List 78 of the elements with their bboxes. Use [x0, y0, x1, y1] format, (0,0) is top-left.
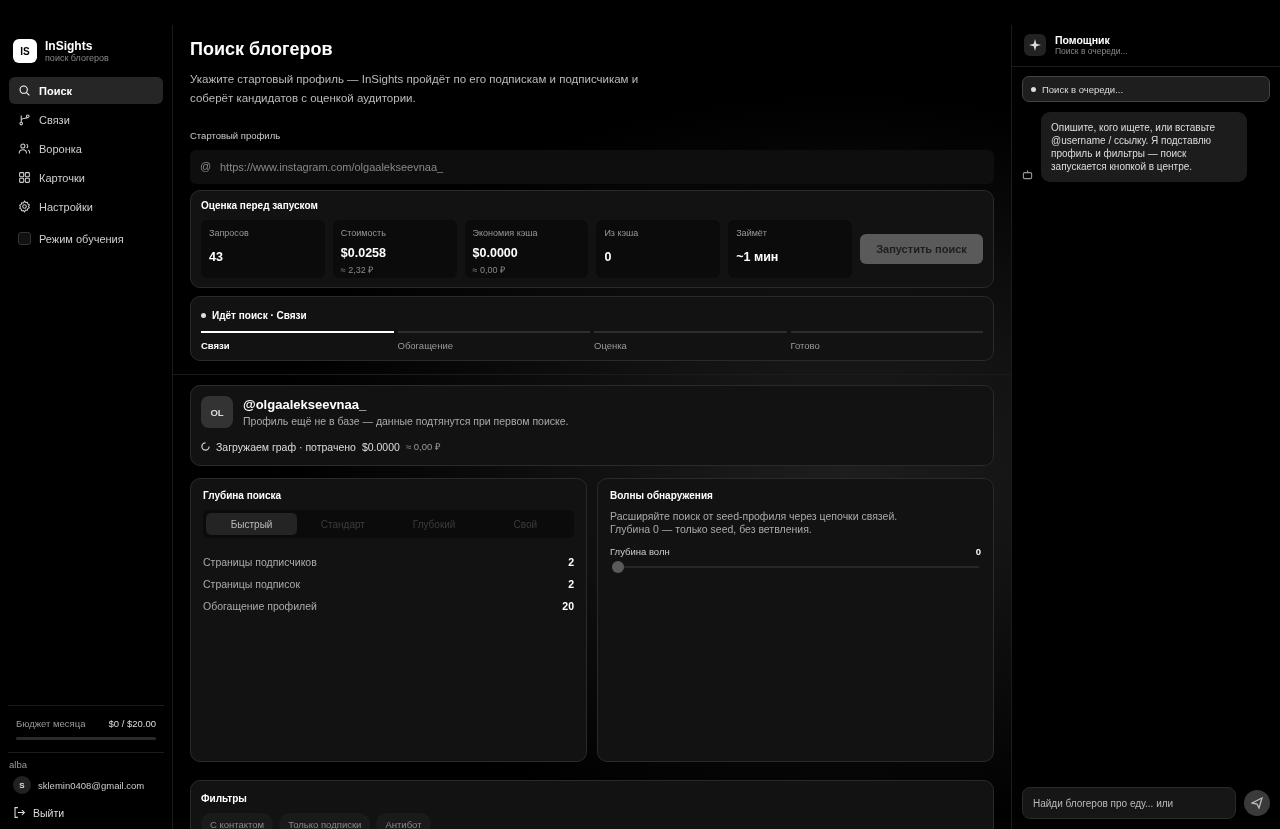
checkbox-label: Режим обучения [39, 232, 124, 245]
assistant-message: Опишите, кого ищете, или вставьте @username / ссылку. Я подставлю профиль и фильтры — поиск запускается кнопкой в центре. [1041, 112, 1247, 182]
nav-item[interactable]: Связи [9, 106, 163, 133]
logout-button[interactable]: Выйти [9, 794, 163, 819]
stage-label: Обогащение [397, 340, 454, 351]
slider-value: 0 [975, 546, 981, 557]
nav-item[interactable]: Воронка [9, 135, 163, 162]
profile-note: Профиль ещё не в базе — данные подтянутся при первом поиске. [243, 415, 569, 427]
card-title: Глубина поиска [203, 490, 283, 501]
field-prefix: @ [200, 160, 212, 172]
queue-status: Поиск в очереди... [1022, 76, 1270, 102]
nav-item[interactable]: Поиск [9, 77, 163, 104]
page-title: Поиск блогеров [190, 39, 334, 60]
slider-thumb[interactable] [612, 561, 624, 573]
setting-value: 20 [562, 600, 574, 612]
budget-label: Бюджет месяца [16, 718, 86, 729]
checkbox[interactable] [18, 232, 31, 245]
stat-subvalue: ≈ 2,32 ₽ [340, 264, 375, 276]
slider-label: Глубина волн [610, 546, 670, 557]
app-subtitle: поиск блогеров [45, 53, 109, 63]
stat-label: Из кэша [604, 228, 640, 238]
search-icon [18, 84, 31, 97]
page-description: Укажите стартовый профиль — InSights пройдёт по его подпискам и подписчикам и соберёт кандидатов с оценкой аудитории. [190, 72, 640, 106]
depth-option[interactable]: Быстрый [206, 513, 298, 535]
send-icon [1251, 797, 1263, 809]
assistant-title: Помощник [1055, 34, 1111, 46]
filter-chip[interactable]: Антибот [376, 813, 431, 829]
stage-label: Оценка [594, 340, 628, 351]
send-button[interactable] [1244, 790, 1270, 816]
setting-label: Обогащение профилей [203, 600, 317, 612]
spent-rub: ≈ 0,00 ₽ [405, 440, 441, 453]
stat-label: Стоимость [340, 228, 387, 238]
card-title: Оценка перед запуском [201, 200, 319, 211]
waves-description: Расширяйте поиск от seed-профиля через цепочки связей. Глубина 0 — только seed, без ветвления. [610, 510, 899, 536]
budget-value: $0 / $20.00 [108, 718, 156, 729]
settings-icon [18, 200, 31, 213]
nav-item[interactable]: Карточки [9, 164, 163, 191]
status-dot-icon [201, 313, 206, 318]
progress-status: Идёт поиск · Связи [212, 310, 307, 321]
field-label: Стартовый профиль [190, 130, 282, 141]
sparkle-icon [1024, 34, 1046, 56]
user-email: sklemin0408@gmail.com [38, 779, 145, 791]
setting-value: 2 [568, 556, 574, 568]
stat-subvalue: ≈ 0,00 ₽ [472, 264, 507, 276]
filter-chip[interactable]: Только подписки [279, 813, 371, 829]
filter-chip[interactable]: С контактом [201, 813, 274, 829]
users-icon [18, 142, 31, 155]
spent-value: $0.0000 [361, 440, 400, 453]
setting-value: 2 [568, 578, 574, 590]
assistant-subtitle: Поиск в очереди... [1055, 46, 1128, 56]
card-title: Волны обнаружения [610, 490, 714, 501]
spinner-icon [201, 442, 210, 451]
stat-value: $0.0000 [472, 246, 519, 260]
setting-label: Страницы подписчиков [203, 556, 317, 568]
chat-input[interactable]: Найди блогеров про еду... или [1022, 787, 1236, 819]
stat-label: Займёт [736, 228, 768, 238]
nav-item[interactable]: Настройки [9, 193, 163, 220]
stat-value: 43 [209, 250, 224, 264]
stat-value: ~1 мин [736, 250, 780, 264]
grid-icon [18, 171, 31, 184]
app-logo: IS [13, 39, 37, 63]
logout-icon [13, 806, 26, 819]
stage-label: Готово [790, 340, 821, 351]
loading-status: Загружаем граф · потрачено [216, 440, 356, 453]
user-avatar: S [13, 776, 31, 794]
profile-avatar: OL [201, 396, 233, 428]
card-title: Фильтры [201, 793, 248, 804]
workspace-name: alba [9, 758, 28, 772]
stat-value: 0 [604, 250, 613, 264]
stat-label: Экономия кэша [472, 228, 539, 238]
stage-label: Связи [201, 340, 231, 351]
stat-value: $0.0258 [340, 246, 387, 260]
app-name: InSights [45, 39, 94, 53]
bot-icon [1022, 169, 1033, 180]
setting-label: Страницы подписок [203, 578, 300, 590]
branch-icon [18, 113, 31, 126]
profile-handle: @olgaalekseevnaa_ [243, 397, 368, 412]
stat-label: Запросов [209, 228, 250, 238]
